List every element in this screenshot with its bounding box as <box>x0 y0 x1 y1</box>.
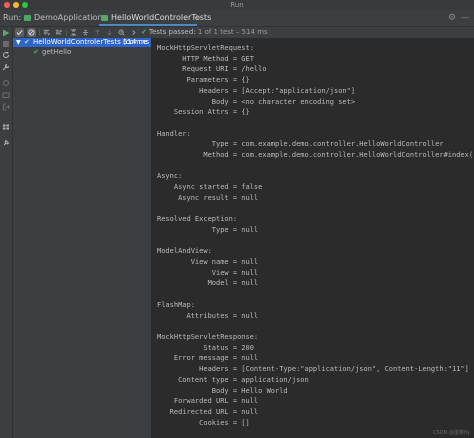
arrow-up-icon <box>95 29 100 36</box>
console-line: FlashMap: <box>157 300 195 309</box>
dump-threads-button[interactable] <box>2 91 10 99</box>
more-options-button[interactable] <box>129 28 138 37</box>
console-line: Redirected URL = null <box>157 407 259 416</box>
exit-icon <box>3 103 10 111</box>
pin-icon <box>3 139 10 146</box>
test-tree-method-row[interactable]: ✔ getHello <box>13 48 151 57</box>
settings-gear-icon[interactable]: ⚙ <box>448 10 456 26</box>
console-line: HTTP Method = GET <box>157 54 254 63</box>
console-line: Model = null <box>157 279 259 288</box>
rerun-button[interactable] <box>2 29 10 37</box>
console-line: Cookies = [] <box>157 418 250 427</box>
console-line: Method = com.example.demo.controller.Hel… <box>157 151 474 160</box>
rerun-icon <box>3 51 9 58</box>
console-line: Headers = [Content-Type:"application/jso… <box>157 365 469 374</box>
rerun-failed-button[interactable] <box>2 51 10 59</box>
console-line: Body = Hello World <box>157 386 288 395</box>
console-line: Status = 200 <box>157 343 254 352</box>
console-line: Parameters = {} <box>157 76 250 85</box>
tab-hello-world-controler-tests[interactable]: HelloWorldControlerTests <box>99 10 211 26</box>
console-line: Handler: <box>157 129 191 138</box>
test-tree: ▼ ✔ HelloWorldControlerTests (com.e 514 … <box>13 38 152 438</box>
passed-check-icon: ✔ <box>33 48 39 56</box>
sort-duration-icon <box>55 29 62 35</box>
test-class-duration: 514 ms <box>122 38 149 46</box>
play-icon <box>3 29 10 37</box>
clock-search-icon <box>118 29 125 36</box>
sort-by-duration-button[interactable] <box>54 28 63 37</box>
collapse-all-icon <box>82 29 89 36</box>
grid-icon <box>3 124 9 130</box>
console-line: Type = com.example.demo.controller.Hello… <box>157 140 444 149</box>
close-tab-demo-application-icon[interactable]: × <box>90 10 96 26</box>
camera-icon <box>2 92 10 98</box>
ignored-icon <box>28 29 35 36</box>
toolbar-separator <box>39 29 40 36</box>
console-line: Error message = null <box>157 354 259 363</box>
wrench-icon <box>2 64 9 71</box>
sort-alphabetically-button[interactable] <box>42 28 51 37</box>
console-line: Forwarded URL = null <box>157 397 259 406</box>
collapse-all-button[interactable] <box>81 28 90 37</box>
title-bar: Run <box>0 0 474 10</box>
console-line: View = null <box>157 268 259 277</box>
window-title: Run <box>230 1 244 9</box>
exit-button[interactable] <box>2 103 10 111</box>
console-line: Request URI = /hello <box>157 65 267 74</box>
expand-all-button[interactable] <box>69 28 78 37</box>
toolbar-separator <box>66 29 67 36</box>
tests-passed-label: Tests passed: <box>148 28 196 36</box>
run-left-toolbar <box>0 27 13 438</box>
layout-button[interactable] <box>2 123 10 131</box>
close-tab-hello-world-controler-tests-icon[interactable]: × <box>196 10 202 26</box>
console-line: Resolved Exception: <box>157 215 238 224</box>
chevron-right-icon <box>132 30 136 35</box>
run-tab-bar: Run: DemoApplication × HelloWorldControl… <box>0 10 474 27</box>
tests-passed-check-icon: ✔ <box>141 28 147 36</box>
expand-all-icon <box>70 29 77 36</box>
tests-status: ✔ Tests passed: 1 of 1 test – 514 ms <box>141 27 268 38</box>
console-line: Async: <box>157 172 183 181</box>
tab-demo-application[interactable]: DemoApplication <box>22 10 102 26</box>
console-line: Async result = null <box>157 193 259 202</box>
pin-tab-button[interactable] <box>2 139 10 147</box>
run-label: Run: <box>3 13 22 22</box>
ide-run-window: Run Run: DemoApplication × HelloWorldCon… <box>0 0 474 438</box>
console-line: View name = null <box>157 258 259 267</box>
console-line: Headers = [Accept:"application/json"] <box>157 86 356 95</box>
watermark: CSDN @蛋卷fly <box>433 430 470 436</box>
sort-alpha-icon <box>43 29 50 36</box>
tests-passed-detail: 1 of 1 test – 514 ms <box>197 28 268 36</box>
console-line: Session Attrs = {} <box>157 108 250 117</box>
chevron-down-icon[interactable]: ▼ <box>16 38 21 47</box>
stop-button[interactable] <box>2 40 10 48</box>
console-text: MockHttpServletRequest: HTTP Method = GE… <box>157 43 474 428</box>
console-output[interactable]: MockHttpServletRequest: HTTP Method = GE… <box>152 38 474 438</box>
toggle-auto-test-button[interactable] <box>2 79 10 87</box>
console-line: Body = <no character encoding set> <box>157 97 356 106</box>
console-line: ModelAndView: <box>157 247 212 256</box>
test-history-button[interactable] <box>117 28 126 37</box>
test-method-label: getHello <box>42 48 72 56</box>
next-failed-test-button[interactable] <box>105 28 114 37</box>
test-tree-root-row[interactable]: ▼ ✔ HelloWorldControlerTests (com.e 514 … <box>13 38 151 47</box>
console-line: MockHttpServletResponse: <box>157 332 259 341</box>
console-line: Content type = application/json <box>157 375 309 384</box>
console-line: Async started = false <box>157 183 263 192</box>
auto-test-icon <box>3 80 9 86</box>
test-run-icon <box>101 15 108 21</box>
console-line: Type = null <box>157 225 259 234</box>
console-line: MockHttpServletRequest: <box>157 44 254 52</box>
tools-button[interactable] <box>2 63 10 71</box>
previous-failed-test-button[interactable] <box>93 28 102 37</box>
console-line: Attributes = null <box>157 311 259 320</box>
hide-panel-icon[interactable]: — <box>461 10 469 26</box>
show-passed-button[interactable] <box>15 28 24 37</box>
stop-icon <box>3 41 9 47</box>
arrow-down-icon <box>107 29 112 36</box>
spring-app-icon <box>24 15 31 21</box>
show-ignored-button[interactable] <box>27 28 36 37</box>
check-icon <box>16 30 23 36</box>
passed-check-icon: ✔ <box>24 38 30 46</box>
